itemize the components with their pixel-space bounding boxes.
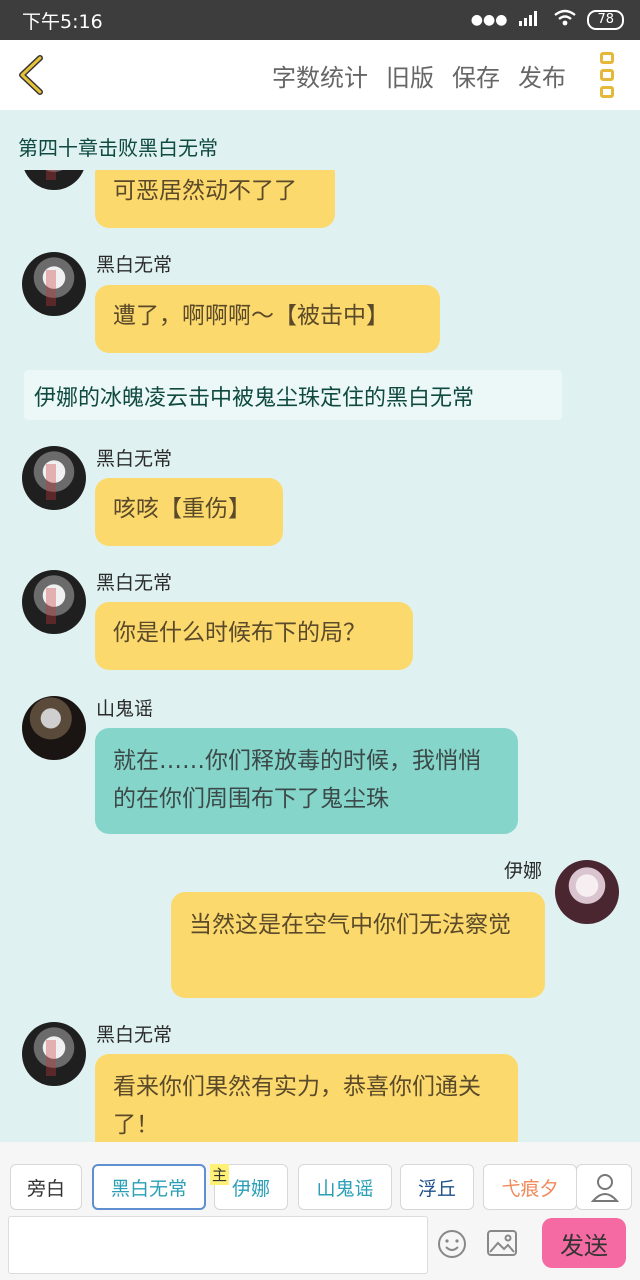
character-chip-fuqiu[interactable]: 浮丘 bbox=[400, 1164, 474, 1210]
speaker-name: 山鬼谣 bbox=[96, 698, 154, 720]
wifi-icon bbox=[553, 9, 577, 31]
speaker-name: 伊娜 bbox=[504, 860, 543, 882]
status-icons: ●●● 78 bbox=[471, 9, 624, 31]
chapter-title[interactable]: 第四十章击败黑白无常 bbox=[18, 132, 218, 161]
avatar[interactable] bbox=[22, 1022, 86, 1086]
menu-dot-icon bbox=[600, 86, 614, 98]
image-icon[interactable] bbox=[486, 1228, 518, 1258]
message-input[interactable] bbox=[8, 1216, 428, 1274]
character-chip-shanguiyao[interactable]: 山鬼谣 bbox=[298, 1164, 392, 1210]
signal-icon bbox=[517, 9, 543, 31]
message-bubble[interactable]: 就在……你们释放毒的时候，我悄悄的在你们周围布下了鬼尘珠 bbox=[95, 728, 518, 834]
status-time: 下午5:16 bbox=[22, 10, 103, 33]
avatar[interactable] bbox=[22, 252, 86, 316]
user-icon bbox=[590, 1174, 620, 1202]
more-menu-button[interactable] bbox=[600, 52, 616, 98]
menu-dot-icon bbox=[600, 52, 614, 64]
chevron-left-icon bbox=[19, 55, 43, 95]
avatar[interactable] bbox=[22, 170, 86, 190]
chat-list[interactable]: 可恶居然动不了了 黑白无常 遭了，啊啊啊～【被击中】 伊娜的冰魄凌云击中被鬼尘珠… bbox=[0, 170, 640, 1142]
editor-toolbar: 字数统计 旧版 保存 发布 bbox=[0, 40, 640, 110]
message-bubble[interactable]: 遭了，啊啊啊～【被击中】 bbox=[95, 285, 440, 353]
emoji-icon[interactable] bbox=[436, 1228, 468, 1260]
message-bubble[interactable]: 可恶居然动不了了 bbox=[95, 170, 335, 228]
speaker-name: 黑白无常 bbox=[96, 448, 173, 470]
avatar[interactable] bbox=[22, 446, 86, 510]
save-button[interactable]: 保存 bbox=[452, 58, 500, 93]
message-bubble[interactable]: 当然这是在空气中你们无法察觉 bbox=[171, 892, 545, 998]
old-version-button[interactable]: 旧版 bbox=[386, 58, 434, 93]
avatar[interactable] bbox=[555, 860, 619, 924]
dots-icon: ●●● bbox=[470, 12, 508, 28]
character-chip-yihenxi[interactable]: 弋痕夕 bbox=[483, 1164, 577, 1210]
input-bar: 发送 bbox=[0, 1212, 640, 1280]
avatar[interactable] bbox=[22, 570, 86, 634]
message-bubble[interactable]: 咳咳【重伤】 bbox=[95, 478, 283, 546]
speaker-name: 黑白无常 bbox=[96, 572, 173, 594]
character-manage-button[interactable] bbox=[576, 1164, 632, 1210]
publish-button[interactable]: 发布 bbox=[518, 58, 566, 93]
avatar[interactable] bbox=[22, 696, 86, 760]
character-bar: 旁白 黑白无常 伊娜 主 山鬼谣 浮丘 弋痕夕 bbox=[0, 1142, 640, 1212]
back-button[interactable] bbox=[14, 54, 50, 96]
menu-dot-icon bbox=[600, 69, 614, 81]
status-bar: 下午5:16 ●●● 78 bbox=[0, 0, 640, 40]
character-chip-heibai[interactable]: 黑白无常 bbox=[92, 1164, 206, 1210]
speaker-name: 黑白无常 bbox=[96, 254, 173, 276]
message-bubble[interactable]: 看来你们果然有实力，恭喜你们通关了！ bbox=[95, 1054, 518, 1142]
battery-icon: 78 bbox=[587, 10, 624, 30]
speaker-name: 黑白无常 bbox=[96, 1024, 173, 1046]
message-bubble[interactable]: 你是什么时候布下的局？ bbox=[95, 602, 413, 670]
send-button[interactable]: 发送 bbox=[542, 1218, 626, 1268]
narration-message[interactable]: 伊娜的冰魄凌云击中被鬼尘珠定住的黑白无常 bbox=[24, 370, 562, 420]
toolbar-actions: 字数统计 旧版 保存 发布 bbox=[272, 40, 566, 110]
word-count-button[interactable]: 字数统计 bbox=[272, 58, 368, 93]
host-badge: 主 bbox=[210, 1164, 230, 1185]
character-chip-narrator[interactable]: 旁白 bbox=[10, 1164, 82, 1210]
